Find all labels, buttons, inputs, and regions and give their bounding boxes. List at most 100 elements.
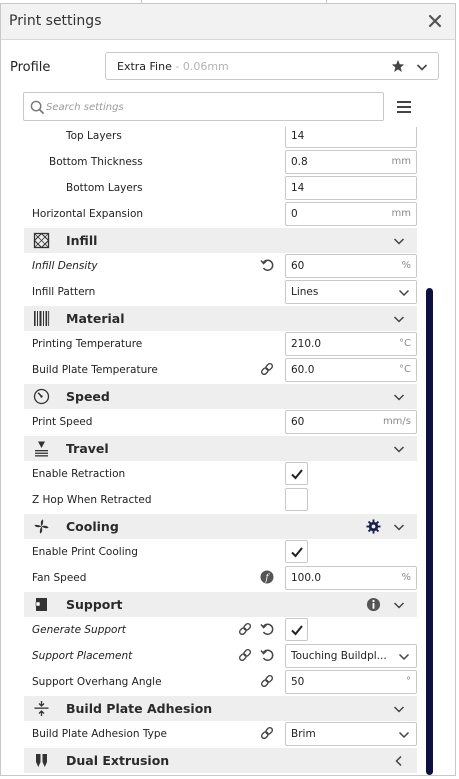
enable-retraction-checkbox[interactable] [285, 462, 308, 485]
profile-label: Profile [10, 60, 51, 75]
category-speed[interactable]: Speed [24, 384, 417, 409]
bottom-thickness-input[interactable]: 0.8 mm [285, 150, 417, 174]
profile-selector[interactable]: Extra Fine - 0.06mm [105, 52, 439, 80]
setting-label: Print Speed [32, 416, 93, 428]
setting-label: Build Plate Adhesion Type [32, 728, 167, 740]
top-layers-input[interactable]: 14 [285, 127, 417, 148]
category-title: Infill [66, 233, 98, 248]
category-travel[interactable]: Travel [24, 436, 417, 461]
checkmark-icon [291, 469, 303, 480]
setting-unit: % [401, 572, 411, 583]
panel-header: Print settings [1, 4, 455, 40]
fan-icon [34, 519, 49, 534]
search-box [23, 92, 384, 121]
setting-row-generate-support: Generate Support [24, 617, 417, 643]
setting-value: Brim [291, 728, 316, 740]
link-icon[interactable] [260, 362, 274, 376]
support-placement-dropdown[interactable]: Touching Buildpl... [285, 644, 417, 668]
setting-label: Build Plate Temperature [32, 364, 158, 376]
chevron-down-icon[interactable] [393, 703, 405, 715]
category-support[interactable]: Support [24, 592, 417, 617]
panel-title: Print settings [9, 13, 102, 29]
support-overhang-angle-input[interactable]: 50 ° [285, 670, 417, 694]
link-icon[interactable] [238, 622, 252, 636]
category-build-plate-adhesion[interactable]: Build Plate Adhesion [24, 696, 417, 721]
setting-label: Bottom Thickness [49, 156, 143, 168]
setting-label: Enable Retraction [32, 468, 126, 480]
reset-icon[interactable] [260, 258, 274, 272]
setting-row-printing-temperature: Printing Temperature 210.0 °C [24, 331, 417, 357]
setting-label: Support Placement [32, 650, 133, 662]
setting-unit: ° [406, 676, 411, 687]
settings-list[interactable]: Top Layers 14 Bottom Thickness 0.8 mm Bot… [1, 127, 431, 777]
function-icon[interactable]: f [260, 570, 274, 584]
adhesion-icon [34, 701, 49, 716]
category-cooling[interactable]: Cooling [24, 514, 417, 539]
z-hop-checkbox[interactable] [285, 488, 308, 511]
category-title: Dual Extrusion [66, 753, 170, 768]
chevron-down-icon[interactable] [393, 521, 405, 533]
setting-row-support-overhang-angle: Support Overhang Angle 50 ° [24, 669, 417, 695]
chevron-down-icon[interactable] [393, 235, 405, 247]
category-dual-extrusion[interactable]: Dual Extrusion [24, 748, 417, 773]
gear-icon[interactable] [366, 519, 381, 534]
setting-value: 14 [291, 130, 305, 142]
support-icon [35, 598, 47, 611]
setting-label: Bottom Layers [66, 182, 143, 194]
generate-support-checkbox[interactable] [285, 618, 308, 641]
close-icon[interactable] [427, 13, 443, 29]
setting-unit: % [401, 260, 411, 271]
link-icon[interactable] [260, 674, 274, 688]
chevron-down-icon[interactable] [416, 61, 428, 73]
scrollbar[interactable] [426, 288, 433, 775]
enable-print-cooling-checkbox[interactable] [285, 540, 308, 563]
speedometer-icon [33, 388, 50, 405]
search-input[interactable] [46, 99, 366, 115]
chevron-left-icon[interactable] [393, 755, 405, 767]
profile-layer-height: - 0.06mm [171, 60, 229, 73]
setting-value: Touching Buildpl... [291, 650, 387, 662]
star-icon[interactable] [391, 59, 405, 73]
setting-row-infill-pattern: Infill Pattern Lines [24, 279, 417, 305]
info-icon[interactable] [366, 597, 381, 612]
fan-speed-input[interactable]: 100.0% [285, 566, 417, 590]
setting-label: Printing Temperature [32, 338, 143, 350]
chevron-down-icon [398, 653, 410, 661]
setting-row-z-hop: Z Hop When Retracted [24, 487, 417, 513]
link-icon[interactable] [238, 648, 252, 662]
link-icon[interactable] [260, 726, 274, 740]
setting-value: 14 [291, 182, 305, 194]
setting-unit: mm/s [382, 416, 411, 427]
horizontal-expansion-input[interactable]: 0 mm [285, 202, 417, 226]
build-plate-adhesion-type-dropdown[interactable]: Brim [285, 722, 417, 746]
profile-name-text: Extra Fine [117, 60, 172, 73]
setting-row-enable-print-cooling: Enable Print Cooling [24, 539, 417, 565]
infill-density-input[interactable]: 60% [285, 254, 417, 278]
setting-value: 60 [291, 260, 305, 272]
reset-icon[interactable] [260, 648, 274, 662]
chevron-down-icon[interactable] [393, 313, 405, 325]
setting-value: 210.0 [291, 338, 322, 350]
chevron-down-icon[interactable] [393, 599, 405, 611]
setting-row-support-placement: Support Placement Touching Buildpl... [24, 643, 417, 669]
search-icon [30, 100, 45, 115]
setting-row-infill-density: Infill Density 60% [24, 253, 417, 279]
chevron-down-icon[interactable] [393, 391, 405, 403]
bottom-layers-input[interactable]: 14 [285, 176, 417, 200]
category-infill[interactable]: Infill [24, 228, 417, 253]
category-material[interactable]: Material [24, 306, 417, 331]
printing-temperature-input[interactable]: 210.0 °C [285, 332, 417, 356]
print-speed-input[interactable]: 60 mm/s [285, 410, 417, 434]
build-plate-temperature-input[interactable]: 60.0 °C [285, 358, 417, 382]
infill-pattern-dropdown[interactable]: Lines [285, 280, 417, 304]
setting-label: Fan Speed [32, 572, 87, 584]
setting-value: Lines [291, 286, 319, 298]
reset-icon[interactable] [260, 622, 274, 636]
setting-label: Generate Support [32, 624, 126, 636]
infill-icon [33, 232, 50, 249]
hamburger-icon[interactable] [397, 101, 411, 113]
setting-label: Infill Pattern [32, 286, 96, 298]
chevron-down-icon[interactable] [393, 443, 405, 455]
setting-row-bottom-thickness: Bottom Thickness 0.8 mm [24, 149, 417, 175]
setting-row-top-layers: Top Layers 14 [24, 127, 417, 149]
